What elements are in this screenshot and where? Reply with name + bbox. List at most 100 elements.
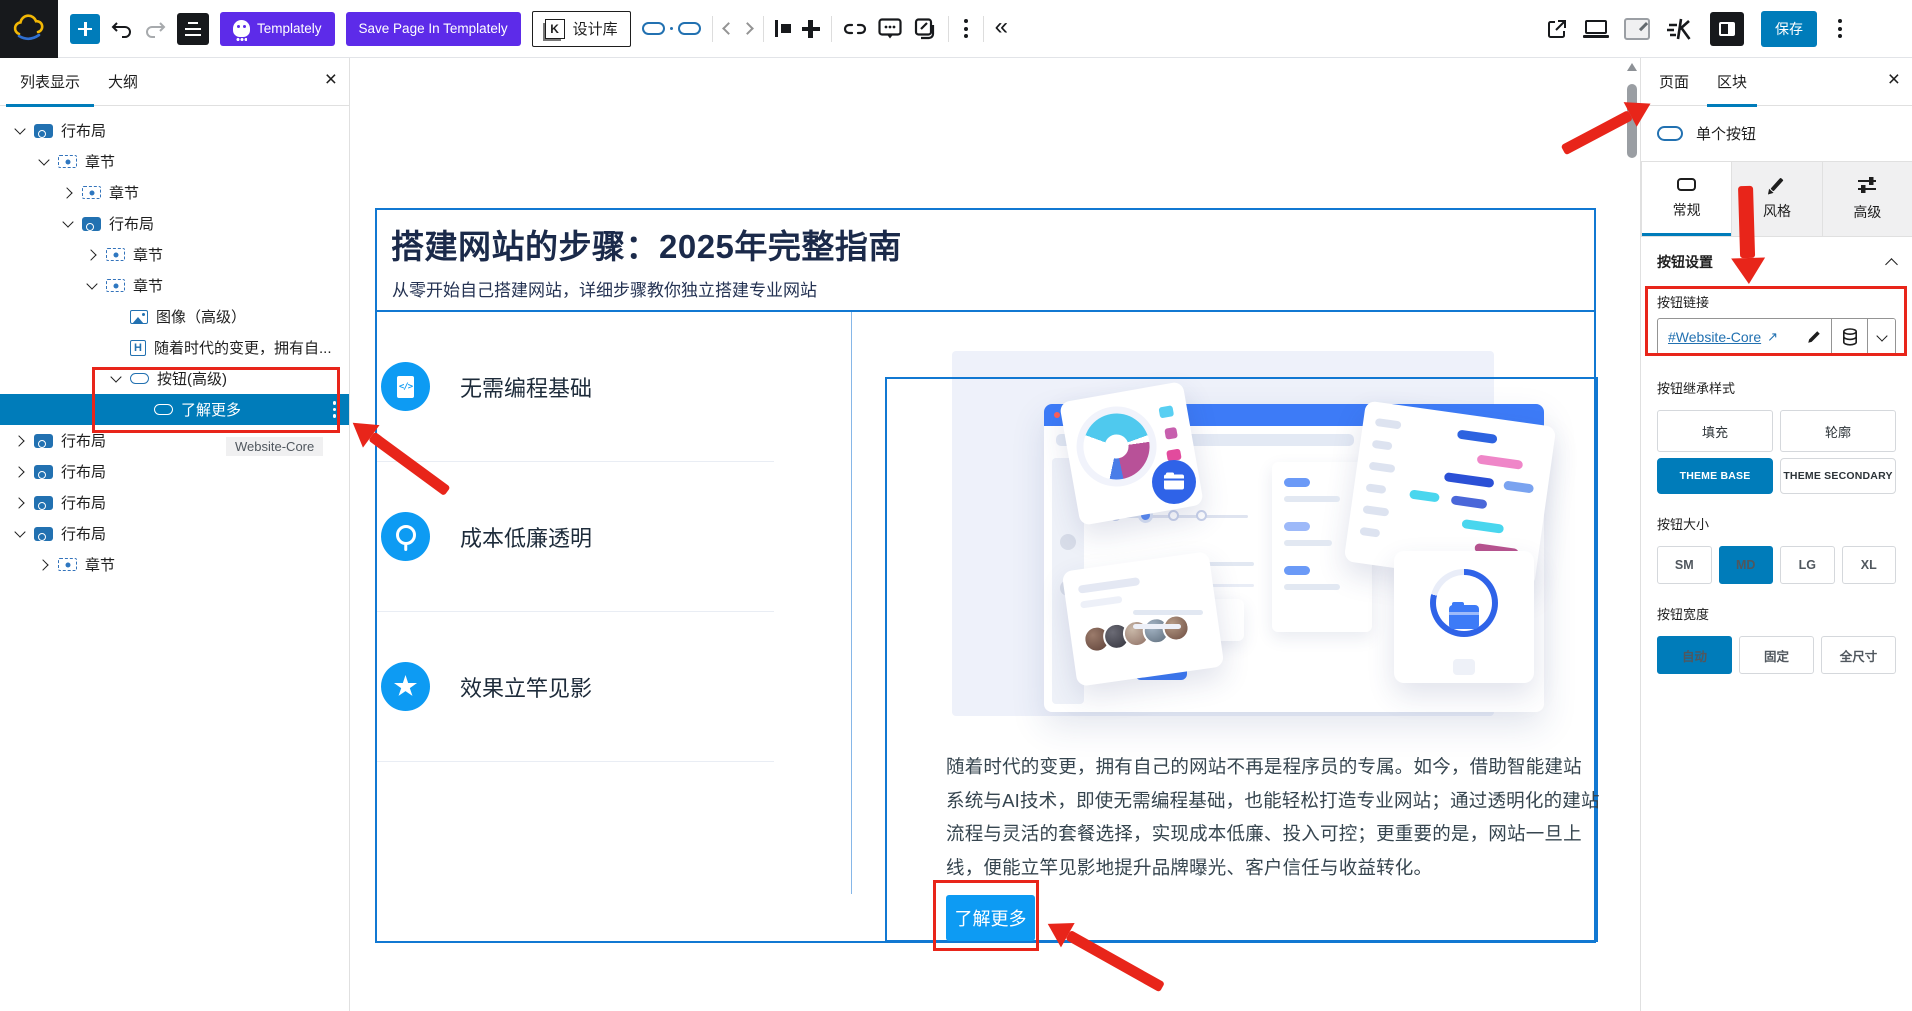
tree-caret-icon[interactable] xyxy=(110,371,121,382)
block-settings-tabs: 常规 风格 高级 xyxy=(1641,162,1912,237)
tree-caret-icon[interactable] xyxy=(61,187,72,198)
link-options-chevron-icon[interactable] xyxy=(1867,319,1895,355)
settings-tab[interactable]: 风格 xyxy=(1731,162,1821,236)
tree-caret-icon[interactable] xyxy=(13,466,24,477)
tree-item[interactable]: 按钮(高级) xyxy=(0,363,349,394)
tree-item[interactable]: 行布局 xyxy=(0,115,349,146)
inherit-style-option[interactable]: 轮廓 xyxy=(1780,410,1896,452)
tree-item-icon xyxy=(34,496,53,510)
duplicate-button[interactable] xyxy=(913,17,937,41)
device-preview-button[interactable] xyxy=(1585,24,1607,34)
link-button[interactable] xyxy=(843,22,867,36)
collapse-toolbar-button[interactable] xyxy=(995,15,1008,43)
select-next-block-button[interactable] xyxy=(743,24,752,33)
content-paragraph[interactable]: 随着时代的变更，拥有自己的网站不再是程序员的专属。如今，借助智能建站系统与AI技… xyxy=(946,750,1600,884)
canvas-scrollbar[interactable] xyxy=(1627,84,1637,158)
page-section-block[interactable]: 搭建网站的步骤：2025年完整指南 从零开始自己搭建网站，详细步骤教你独立搭建专… xyxy=(375,208,1596,943)
comment-button[interactable] xyxy=(878,18,902,40)
close-sidebar-icon[interactable]: × xyxy=(1888,68,1900,92)
preview-external-button[interactable] xyxy=(1546,18,1568,40)
tree-item[interactable]: 了解更多 xyxy=(0,394,349,425)
edit-link-icon[interactable] xyxy=(1806,330,1821,345)
save-button[interactable]: 保存 xyxy=(1761,11,1817,47)
list-view-tab[interactable]: 列表显示 xyxy=(6,58,94,106)
tree-item[interactable]: 随着时代的变更，拥有自... xyxy=(0,332,349,363)
tree-caret-icon[interactable] xyxy=(13,435,24,446)
settings-sidebar-toggle-button[interactable] xyxy=(1710,12,1744,46)
tree-caret-icon[interactable] xyxy=(62,216,73,227)
avatar-group xyxy=(1082,613,1192,655)
page-title[interactable]: 搭建网站的步骤：2025年完整指南 xyxy=(391,220,902,268)
settings-tab[interactable]: 高级 xyxy=(1822,162,1912,236)
duplicate-icon xyxy=(913,17,937,41)
templately-button[interactable]: Templately xyxy=(220,12,335,46)
sidebar-tab[interactable]: 区块 xyxy=(1703,58,1761,106)
sidebar-tab[interactable]: 页面 xyxy=(1645,58,1703,106)
button-width-option[interactable]: 固定 xyxy=(1739,636,1814,674)
inserter-add-block-button[interactable] xyxy=(70,14,100,44)
tree-caret-icon[interactable] xyxy=(14,123,25,134)
tree-caret-icon[interactable] xyxy=(38,154,49,165)
theme-style-option[interactable]: THEME SECONDARY xyxy=(1780,458,1896,494)
select-previous-block-button[interactable] xyxy=(724,24,733,33)
feature-item[interactable]: 成本低廉透明 xyxy=(377,462,774,612)
tree-caret-icon[interactable] xyxy=(85,249,96,260)
performance-button[interactable] xyxy=(1667,17,1693,41)
toolbar-separator xyxy=(712,16,713,42)
feature-item[interactable]: 效果立竿见影 xyxy=(377,612,774,762)
site-logo[interactable] xyxy=(0,0,58,58)
save-page-in-templately-button[interactable]: Save Page In Templately xyxy=(346,12,521,46)
button-settings-panel-header[interactable]: 按钮设置 xyxy=(1641,237,1912,282)
insert-after-button[interactable] xyxy=(802,20,820,38)
tree-item[interactable]: 图像（高级） xyxy=(0,301,349,332)
content-column-block[interactable]: 随着时代的变更，拥有自己的网站不再是程序员的专属。如今，借助智能建站系统与AI技… xyxy=(885,377,1598,942)
tree-item[interactable]: 章节 xyxy=(0,239,349,270)
tree-item[interactable]: 章节 xyxy=(0,270,349,301)
block-options-button[interactable] xyxy=(960,15,972,42)
button-size-option[interactable]: LG xyxy=(1780,546,1835,584)
tree-item[interactable]: 行布局 xyxy=(0,518,349,549)
link-value-field[interactable]: #Website-Core ↗ xyxy=(1658,319,1831,355)
settings-tab-label: 高级 xyxy=(1853,202,1881,222)
inherit-style-option[interactable]: 填充 xyxy=(1657,410,1773,452)
settings-tab[interactable]: 常规 xyxy=(1641,162,1731,236)
more-options-button[interactable] xyxy=(1834,15,1846,42)
redo-button[interactable] xyxy=(144,20,166,38)
button-width-option[interactable]: 自动 xyxy=(1657,636,1732,674)
tree-item-label: 章节 xyxy=(85,554,115,575)
buttons-block-toolbar-icon[interactable] xyxy=(642,22,701,35)
align-button[interactable] xyxy=(775,20,791,37)
edit-mode-button[interactable] xyxy=(1624,18,1650,40)
learn-more-button[interactable]: 了解更多 xyxy=(946,895,1035,941)
link-value[interactable]: #Website-Core xyxy=(1668,329,1761,345)
undo-button[interactable] xyxy=(111,20,133,38)
theme-style-option[interactable]: THEME BASE xyxy=(1657,458,1773,494)
page-subtitle[interactable]: 从零开始自己搭建网站，详细步骤教你独立搭建专业网站 xyxy=(392,276,817,301)
title-block[interactable]: 搭建网站的步骤：2025年完整指南 从零开始自己搭建网站，详细步骤教你独立搭建专… xyxy=(377,210,1594,312)
button-width-option[interactable]: 全尺寸 xyxy=(1821,636,1896,674)
close-list-view-icon[interactable]: × xyxy=(325,68,337,92)
design-library-button[interactable]: 设计库 xyxy=(532,11,631,47)
button-size-option[interactable]: XL xyxy=(1842,546,1897,584)
tree-caret-icon[interactable] xyxy=(13,497,24,508)
button-size-option[interactable]: SM xyxy=(1657,546,1712,584)
tree-caret-icon[interactable] xyxy=(86,278,97,289)
tree-item-label: 章节 xyxy=(85,151,115,172)
tree-item[interactable]: 行布局 xyxy=(0,487,349,518)
button-size-option[interactable]: MD xyxy=(1719,546,1774,584)
tree-item[interactable]: 行布局 xyxy=(0,456,349,487)
dynamic-data-icon[interactable] xyxy=(1831,319,1867,355)
tree-item[interactable]: 行布局 xyxy=(0,208,349,239)
list-view-tab[interactable]: 大纲 xyxy=(94,58,152,106)
button-size-options: SMMDLGXL xyxy=(1657,546,1896,584)
list-view-button[interactable] xyxy=(177,13,209,45)
tree-caret-icon[interactable] xyxy=(14,526,25,537)
scrollbar-up-icon[interactable] xyxy=(1627,63,1637,71)
tree-item[interactable]: 章节 xyxy=(0,177,349,208)
tree-item[interactable]: 章节 xyxy=(0,549,349,580)
tree-caret-icon[interactable] xyxy=(37,559,48,570)
tree-item[interactable]: 章节 xyxy=(0,146,349,177)
feature-item[interactable]: 无需编程基础 xyxy=(377,312,774,462)
tree-item-options-icon[interactable] xyxy=(333,401,337,418)
feature-icon xyxy=(381,662,430,711)
